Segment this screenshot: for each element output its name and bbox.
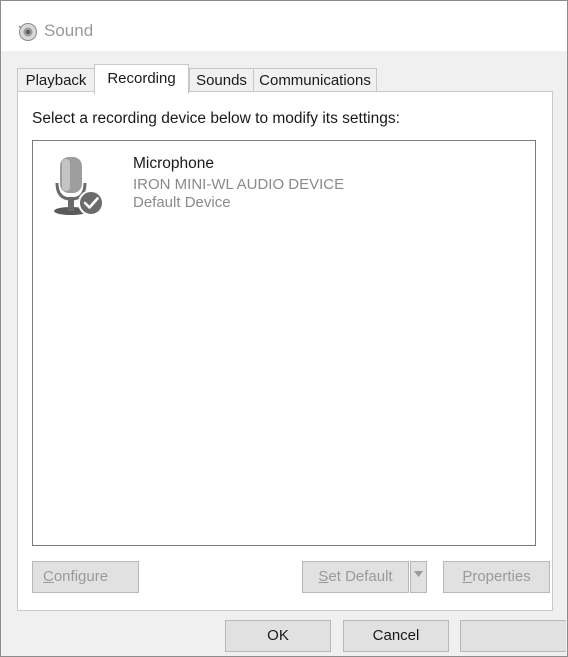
set-default-dropdown[interactable] <box>410 561 427 593</box>
set-default-accesskey: S <box>318 568 329 585</box>
microphone-default-icon <box>47 153 107 217</box>
set-default-button[interactable]: Set Default <box>302 561 409 593</box>
configure-label: onfigure <box>53 568 109 585</box>
chevron-down-icon <box>414 568 423 580</box>
device-status: Default Device <box>133 194 231 211</box>
window-title: Sound <box>44 21 94 40</box>
speaker-icon <box>18 22 38 42</box>
set-default-label: et Default <box>328 568 393 585</box>
apply-button[interactable] <box>460 620 566 652</box>
instructions-text: Select a recording device below to modif… <box>32 110 400 127</box>
tab-recording[interactable]: Recording <box>94 64 189 94</box>
device-description: IRON MINI-WL AUDIO DEVICE <box>133 176 345 193</box>
device-name: Microphone <box>133 155 214 172</box>
properties-button[interactable]: Properties <box>443 561 550 593</box>
sound-dialog: Sound Playback Recording Sounds Communic… <box>0 0 568 657</box>
title-bar[interactable]: Sound <box>1 1 567 51</box>
cancel-button[interactable]: Cancel <box>343 620 449 652</box>
configure-button[interactable]: Configure <box>32 561 139 593</box>
tab-sounds[interactable]: Sounds <box>189 68 254 92</box>
list-item-microphone[interactable]: Microphone IRON MINI-WL AUDIO DEVICE Def… <box>47 147 467 217</box>
configure-accesskey: C <box>43 568 54 585</box>
tab-playback[interactable]: Playback <box>17 68 95 92</box>
ok-button[interactable]: OK <box>225 620 331 652</box>
properties-label: roperties <box>472 568 531 585</box>
recording-panel: Select a recording device below to modif… <box>17 91 553 611</box>
properties-accesskey: P <box>462 568 473 585</box>
device-list[interactable]: Microphone IRON MINI-WL AUDIO DEVICE Def… <box>32 140 536 546</box>
tab-communications[interactable]: Communications <box>253 68 377 92</box>
